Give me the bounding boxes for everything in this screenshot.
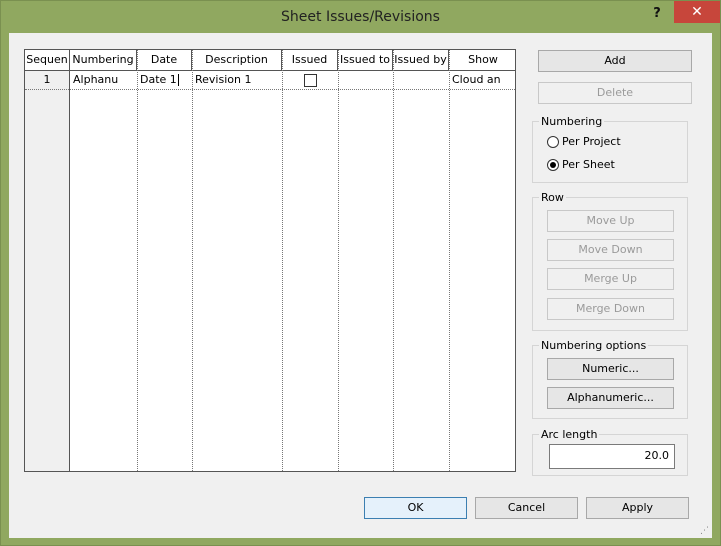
cell-issued[interactable] [282, 71, 338, 89]
sequence-column [25, 71, 70, 471]
dialog-window: Sheet Issues/Revisions ? ✕ Sequen Number… [0, 0, 721, 546]
cell-date[interactable]: Date 1 [137, 71, 192, 89]
row-group: Row Move Up Move Down Merge Up Merge Dow… [532, 191, 688, 331]
cell-issued-by[interactable] [393, 71, 449, 89]
close-button[interactable]: ✕ [674, 1, 720, 23]
window-title: Sheet Issues/Revisions [281, 9, 440, 25]
cell-date-text: Date 1 [140, 73, 177, 86]
arc-length-label: Arc length [539, 428, 600, 441]
numbering-options-group: Numbering options Numeric... Alphanumeri… [532, 339, 688, 419]
column-divider [338, 50, 339, 471]
numbering-group-label: Numbering [539, 115, 605, 128]
close-icon: ✕ [691, 4, 703, 20]
column-header-issued[interactable]: Issued [282, 50, 338, 70]
column-header-issued-by[interactable]: Issued by [393, 50, 449, 70]
table-row[interactable]: 1 Alphanu Date 1 Revision 1 Cloud an [25, 71, 515, 90]
move-up-button[interactable]: Move Up [547, 210, 674, 232]
delete-button[interactable]: Delete [538, 82, 692, 104]
column-divider [137, 50, 138, 471]
title-bar[interactable]: Sheet Issues/Revisions ? ✕ [1, 1, 720, 33]
add-button[interactable]: Add [538, 50, 692, 72]
issued-checkbox[interactable] [304, 74, 317, 87]
alphanumeric-button[interactable]: Alphanumeric... [547, 387, 674, 409]
revisions-table[interactable]: Sequen Numbering Date Description Issued… [24, 49, 516, 472]
column-divider [393, 50, 394, 471]
cell-issued-to[interactable] [338, 71, 393, 89]
help-button[interactable]: ? [645, 5, 669, 23]
resize-grip-icon[interactable]: ⋰ [700, 526, 710, 536]
merge-up-button[interactable]: Merge Up [547, 268, 674, 290]
column-divider [282, 50, 283, 471]
per-project-radio[interactable] [547, 136, 559, 148]
column-header-show[interactable]: Show [449, 50, 515, 70]
column-header-sequence[interactable]: Sequen [25, 50, 70, 70]
column-header-description[interactable]: Description [192, 50, 282, 70]
column-header-date[interactable]: Date [137, 50, 192, 70]
numeric-button[interactable]: Numeric... [547, 358, 674, 380]
row-group-label: Row [539, 191, 566, 204]
ok-button[interactable]: OK [364, 497, 467, 519]
cell-numbering[interactable]: Alphanu [70, 71, 137, 89]
numbering-group: Numbering Per Project Per Sheet [532, 115, 688, 183]
arc-length-input[interactable]: 20.0 [549, 444, 675, 469]
column-divider [449, 50, 450, 471]
cell-sequence: 1 [43, 73, 51, 86]
numbering-options-label: Numbering options [539, 339, 649, 352]
per-project-label[interactable]: Per Project [562, 135, 621, 148]
move-down-button[interactable]: Move Down [547, 239, 674, 261]
cell-description[interactable]: Revision 1 [192, 71, 282, 89]
table-header: Sequen Numbering Date Description Issued… [25, 50, 515, 71]
cancel-button[interactable]: Cancel [475, 497, 578, 519]
per-sheet-label[interactable]: Per Sheet [562, 158, 615, 171]
column-divider [192, 50, 193, 471]
apply-button[interactable]: Apply [586, 497, 689, 519]
cell-show[interactable]: Cloud an [449, 71, 515, 89]
column-header-numbering[interactable]: Numbering [70, 50, 137, 70]
merge-down-button[interactable]: Merge Down [547, 298, 674, 320]
dialog-content: Sequen Numbering Date Description Issued… [9, 33, 712, 538]
column-header-issued-to[interactable]: Issued to [338, 50, 393, 70]
per-sheet-radio[interactable] [547, 159, 559, 171]
text-caret [177, 74, 179, 86]
arc-length-group: Arc length 20.0 [532, 428, 688, 476]
